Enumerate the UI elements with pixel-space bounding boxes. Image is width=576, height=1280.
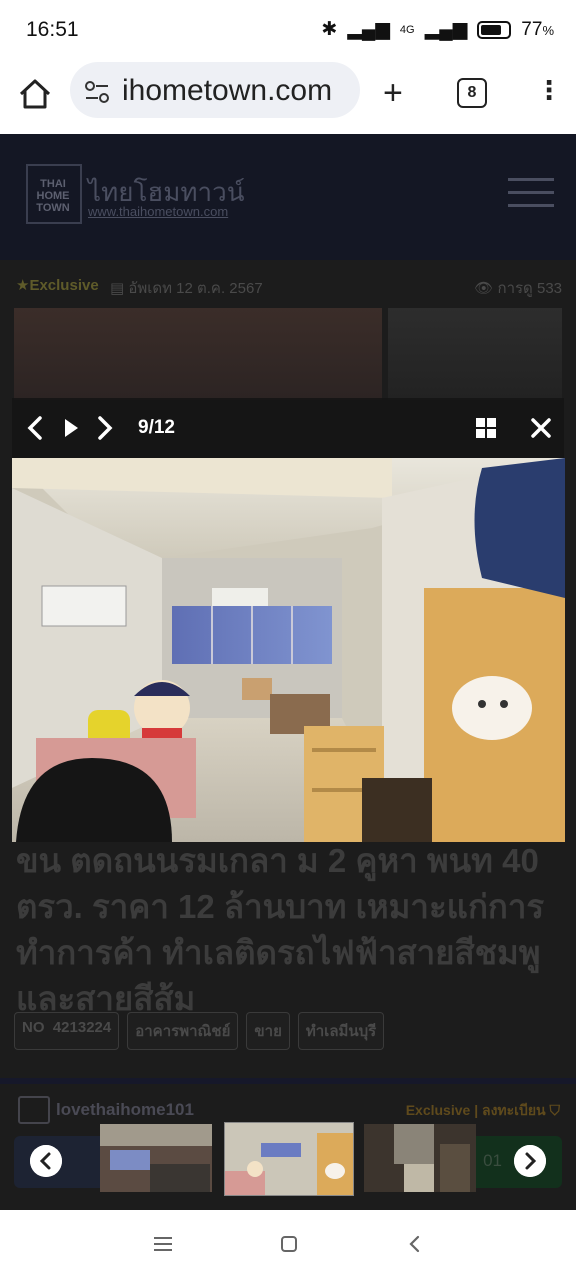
tag-location[interactable]: ทำเลมีนบุรี xyxy=(297,1012,385,1050)
gallery-grid-button[interactable] xyxy=(475,417,497,439)
tag-sale[interactable]: ขาย xyxy=(246,1012,290,1050)
chevron-right-icon xyxy=(98,416,113,440)
gallery-close-button[interactable] xyxy=(530,416,552,440)
post-date: ▤ อัพเดท 12 ต.ค. 2567 xyxy=(110,280,263,297)
gallery-next-button[interactable] xyxy=(94,414,116,442)
exclusive-badge: ★Exclusive xyxy=(16,277,99,294)
gallery-counter: 9/12 xyxy=(138,417,175,438)
thumbnail-9-selected[interactable] xyxy=(224,1122,354,1196)
back-icon xyxy=(409,1235,420,1253)
gallery-photo[interactable] xyxy=(12,458,565,842)
agent-name[interactable]: lovethaihome101 xyxy=(56,1100,194,1120)
view-count: 👁 การดู 533 xyxy=(474,280,562,297)
browser-menu-button[interactable]: ⋮ xyxy=(536,77,562,103)
hamburger-menu-icon[interactable] xyxy=(508,178,554,207)
home-icon xyxy=(19,79,51,109)
shield-icon: ⛉ xyxy=(549,1102,561,1118)
agent-badge: Exclusive | ลงทะเบียน ⛉ xyxy=(405,1102,561,1118)
close-icon xyxy=(531,418,551,438)
menu-lines-icon xyxy=(154,1237,172,1251)
tab-switcher-button[interactable]: 8 xyxy=(457,78,487,108)
thumbnail-10[interactable] xyxy=(364,1124,476,1192)
contact-number-suffix: 01 xyxy=(483,1151,502,1170)
grid-icon xyxy=(476,418,496,438)
home-button[interactable] xyxy=(18,78,54,114)
site-settings-icon[interactable] xyxy=(84,80,110,104)
recents-button[interactable] xyxy=(154,1236,172,1257)
battery-level: 77% xyxy=(521,18,554,40)
bluetooth-icon: ✱ xyxy=(321,19,338,40)
listing-photo-background-2 xyxy=(388,308,562,400)
gallery-play-button[interactable] xyxy=(60,414,82,442)
gallery-prev-button[interactable] xyxy=(24,414,46,442)
section-divider xyxy=(0,1078,576,1084)
listing-tags: NO 4213224 อาคารพาณิชย์ ขาย ทำเลมีนบุรี xyxy=(14,1012,385,1050)
url-text[interactable]: ihometown.com xyxy=(122,74,332,108)
signal-icon: ▂▄▆ xyxy=(347,19,390,40)
new-tab-button[interactable]: + xyxy=(383,76,403,110)
site-header xyxy=(0,134,576,260)
status-time: 16:51 xyxy=(26,18,79,41)
signal-icon-2: ▂▄▆ xyxy=(424,19,468,40)
site-url: www.thaihometown.com xyxy=(88,204,229,219)
chevron-left-icon xyxy=(30,1145,62,1177)
play-icon xyxy=(65,419,78,437)
agent-card-icon xyxy=(18,1096,50,1124)
chevron-left-icon xyxy=(27,416,42,440)
battery-icon xyxy=(477,20,512,39)
tag-property-type[interactable]: อาคารพาณิชย์ xyxy=(127,1012,239,1050)
home-nav-button[interactable] xyxy=(280,1235,298,1258)
thumbnail-strip xyxy=(98,1122,478,1196)
logo-text: THAI HOME TOWN xyxy=(36,178,70,214)
tag-id: NO 4213224 xyxy=(14,1012,120,1050)
chevron-right-icon xyxy=(514,1145,546,1177)
status-icons: ✱ ▂▄▆ 4G ▂▄▆ 77% xyxy=(321,18,554,41)
back-nav-button[interactable] xyxy=(406,1234,422,1259)
thumbnail-prev-button[interactable] xyxy=(30,1145,62,1177)
thumbnail-8[interactable] xyxy=(100,1124,212,1192)
listing-title: ขน ตดถนนรมเกลา ม 2 คูหา พนท 40 ตรว. ราคา… xyxy=(16,842,545,1017)
thumbnail-next-button[interactable] xyxy=(514,1145,546,1177)
listing-photo-background xyxy=(14,308,382,400)
square-icon xyxy=(281,1236,297,1252)
network-type: 4G xyxy=(399,23,415,36)
